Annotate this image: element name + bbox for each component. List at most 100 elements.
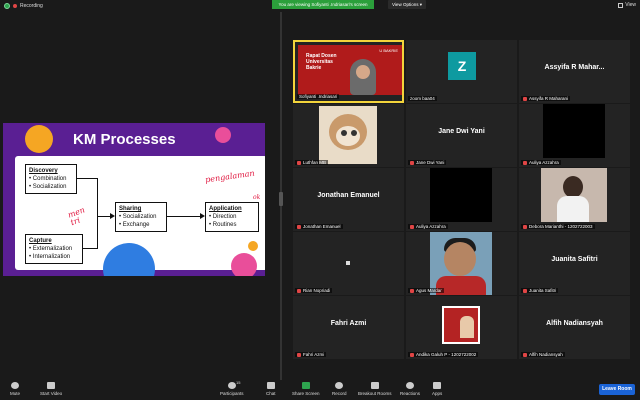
- participant-tile[interactable]: Rian Nopriadi: [293, 232, 404, 295]
- mute-label: Mute: [10, 391, 21, 396]
- reactions-button[interactable]: Reactions: [400, 382, 420, 396]
- avatar: Z: [448, 52, 476, 80]
- participant-tile[interactable]: Jane Dwi Yani Jane Dwi Yani: [406, 104, 517, 167]
- participant-video: [430, 232, 492, 295]
- participant-name: Assyifa R Maharani: [521, 96, 571, 101]
- participant-name: Agus Mardar: [408, 288, 444, 293]
- sharing-heading: Sharing: [119, 206, 142, 212]
- participant-tile[interactable]: Debora Marianthi - 1202722003: [519, 168, 630, 231]
- slide-title: KM Processes: [73, 131, 176, 148]
- decor-circle: [25, 125, 53, 153]
- mic-muted-icon: [523, 160, 527, 165]
- shared-screen: KM Processes Discovery Combination Socia…: [3, 123, 265, 276]
- participant-video: [444, 242, 476, 276]
- top-bar: Recording You are viewing Sofiyanti .Ind…: [0, 0, 640, 12]
- share-screen-button[interactable]: Share Screen: [292, 382, 320, 396]
- participant-name: Alfih Nadiansyah: [521, 352, 565, 357]
- annotation-text: ok: [253, 194, 261, 201]
- mic-muted-icon: [523, 224, 527, 229]
- participant-tile[interactable]: Luthfan MB: [293, 104, 404, 167]
- reactions-label: Reactions: [400, 391, 421, 396]
- participant-video: [351, 130, 357, 136]
- view-button[interactable]: View: [618, 2, 636, 8]
- mute-button[interactable]: Mute: [10, 382, 20, 396]
- participants-label: Participants: [220, 391, 244, 396]
- apps-label: Apps: [432, 391, 443, 396]
- record-button[interactable]: Record: [332, 382, 347, 396]
- participant-name: Fahri Azmi: [295, 352, 327, 357]
- apps-icon: [433, 382, 442, 389]
- chat-button[interactable]: Chat: [266, 382, 276, 396]
- share-screen-label: Share Screen: [292, 391, 320, 396]
- connector-line: [167, 216, 201, 217]
- breakout-label: Breakout Rooms: [358, 391, 392, 396]
- participant-tile[interactable]: Jonathan Emanuel Jonathan Emanuel: [293, 168, 404, 231]
- application-item: Routines: [209, 221, 255, 229]
- discovery-heading: Discovery: [29, 168, 58, 174]
- view-options-button[interactable]: View Options ▾: [388, 0, 426, 9]
- apps-button[interactable]: Apps: [432, 382, 442, 396]
- participant-video: [563, 176, 583, 198]
- sharing-box: Sharing Socialization Exchange: [115, 202, 167, 232]
- discovery-item: Combination: [29, 175, 73, 183]
- application-box: Application Direction Routines: [205, 202, 259, 232]
- participant-video: [319, 106, 377, 164]
- chat-label: Chat: [266, 391, 276, 396]
- participant-name-center: Fahri Azmi: [330, 320, 367, 327]
- mic-muted-icon: [410, 352, 414, 357]
- capture-heading: Capture: [29, 238, 52, 244]
- annotation-text: pengalaman: [204, 168, 256, 185]
- participant-tile[interactable]: Alfih Nadiansyah Alfih Nadiansyah: [519, 296, 630, 359]
- start-video-button[interactable]: Start Video: [40, 382, 62, 396]
- sharing-item: Socialization: [119, 213, 163, 221]
- decor-circle: [248, 241, 258, 251]
- participant-video: [442, 306, 480, 344]
- participant-tile[interactable]: Assyifa R Mahar... Assyifa R Maharani: [519, 40, 630, 103]
- record-label: Record: [332, 391, 347, 396]
- participant-tile[interactable]: Z zoom baa04: [406, 40, 517, 103]
- record-dot-icon: [13, 4, 17, 8]
- application-heading: Application: [209, 206, 242, 212]
- discovery-item: Socialization: [29, 183, 73, 191]
- grid-icon: [618, 2, 624, 8]
- participant-name: Juanita Safitri: [521, 288, 559, 293]
- breakout-rooms-button[interactable]: Breakout Rooms: [358, 382, 392, 396]
- decor-circle: [231, 253, 257, 276]
- participant-name-center: Jonathan Emanuel: [317, 192, 380, 199]
- breakout-rooms-icon: [370, 382, 379, 389]
- participant-video: [346, 261, 350, 265]
- connector-line: [97, 216, 111, 217]
- people-icon: [227, 382, 236, 389]
- participant-video: [341, 130, 347, 136]
- participant-name: Sofiyanti .Indriasari: [297, 94, 340, 99]
- participant-video: [356, 65, 370, 79]
- mic-muted-icon: [297, 352, 301, 357]
- participant-video: [557, 196, 589, 222]
- view-label: View: [625, 2, 636, 8]
- participant-tile[interactable]: Andika Galuh P - 1202722002: [406, 296, 517, 359]
- connector-line: [77, 178, 97, 179]
- participant-tile[interactable]: Fahri Azmi Fahri Azmi: [293, 296, 404, 359]
- video-logo: U BAKRIE: [379, 48, 398, 53]
- participant-tile[interactable]: Auliya Azzahra: [406, 168, 517, 231]
- chat-icon: [266, 382, 275, 389]
- connector-line: [97, 178, 98, 249]
- recording-indicator[interactable]: Recording: [4, 3, 43, 9]
- participant-name: Auliya Azzahra: [521, 160, 561, 165]
- participant-tile[interactable]: Rapat Dosen Universitas Bakrie U BAKRIE …: [293, 40, 404, 103]
- smiley-icon: [406, 382, 414, 389]
- capture-box: Capture Externalization Internalization: [25, 234, 83, 264]
- leave-room-button[interactable]: Leave Room: [599, 384, 635, 395]
- participant-tile[interactable]: Auliya Azzahra: [519, 104, 630, 167]
- arrow-right-icon: [200, 213, 205, 219]
- mic-muted-icon: [410, 288, 414, 293]
- splitter-handle[interactable]: [279, 192, 283, 206]
- participant-name-center: Juanita Safitri: [551, 256, 598, 263]
- participant-tile[interactable]: Juanita Safitri Juanita Safitri: [519, 232, 630, 295]
- participant-video: [543, 104, 605, 158]
- participant-name: Andika Galuh P - 1202722002: [408, 352, 479, 357]
- discovery-box: Discovery Combination Socialization: [25, 164, 77, 194]
- participant-name-center: Alfih Nadiansyah: [546, 320, 603, 327]
- participant-tile[interactable]: Agus Mardar: [406, 232, 517, 295]
- participant-name-center: Jane Dwi Yani: [438, 128, 485, 135]
